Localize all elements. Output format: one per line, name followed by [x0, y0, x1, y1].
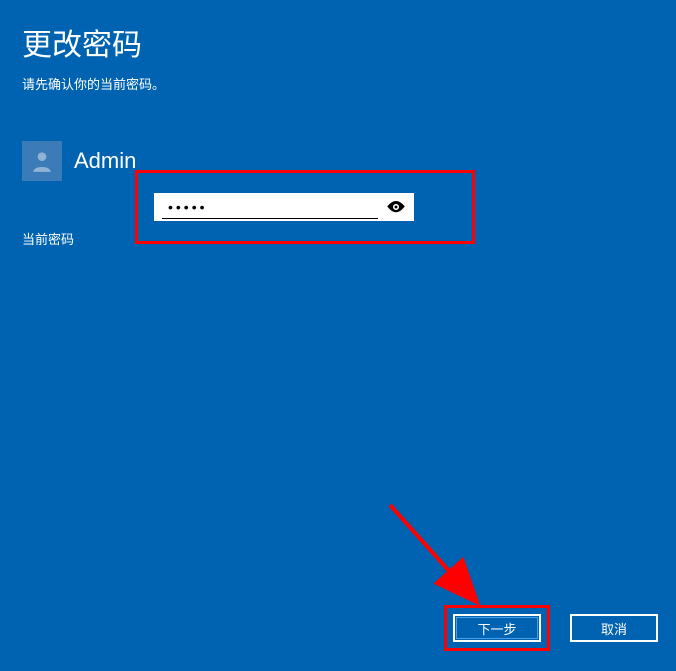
page-title: 更改密码 — [22, 20, 654, 64]
current-password-input[interactable] — [162, 199, 386, 215]
cancel-button[interactable]: 取消 — [570, 614, 658, 642]
input-underline — [162, 218, 378, 219]
password-field-wrapper — [154, 193, 414, 221]
avatar — [22, 141, 62, 181]
button-row: 下一步 取消 — [444, 605, 658, 651]
username-label: Admin — [74, 148, 136, 174]
reveal-password-icon[interactable] — [386, 201, 406, 213]
current-password-label: 当前密码 — [22, 229, 142, 248]
page-subtitle: 请先确认你的当前密码。 — [22, 74, 654, 93]
highlight-annotation-button: 下一步 — [444, 605, 550, 651]
highlight-annotation-input — [135, 170, 475, 244]
user-icon — [29, 148, 55, 174]
next-button[interactable]: 下一步 — [453, 614, 541, 642]
